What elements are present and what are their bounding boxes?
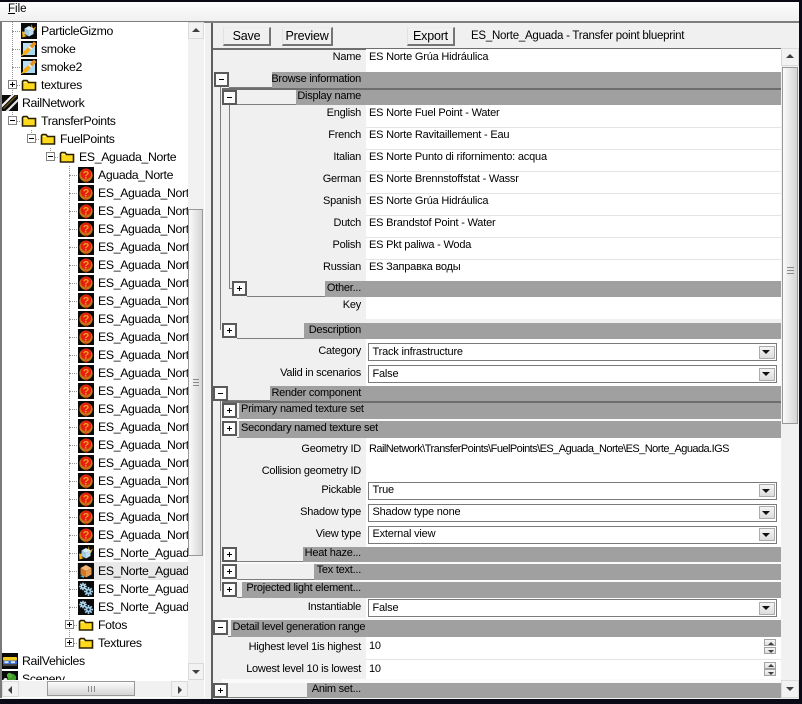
svg-text:?: ? bbox=[83, 278, 90, 290]
svg-text:?: ? bbox=[83, 296, 90, 308]
svg-text:?: ? bbox=[83, 494, 90, 506]
svg-text:?: ? bbox=[83, 440, 90, 452]
svg-text:?: ? bbox=[83, 206, 90, 218]
svg-text:?: ? bbox=[83, 350, 90, 362]
svg-text:?: ? bbox=[83, 314, 90, 326]
svg-text:?: ? bbox=[83, 332, 90, 344]
svg-text:?: ? bbox=[83, 224, 90, 236]
svg-text:?: ? bbox=[83, 188, 90, 200]
svg-text:?: ? bbox=[83, 476, 90, 488]
svg-text:?: ? bbox=[83, 512, 90, 524]
svg-text:?: ? bbox=[83, 260, 90, 272]
svg-text:?: ? bbox=[83, 458, 90, 470]
svg-text:?: ? bbox=[83, 242, 90, 254]
svg-text:?: ? bbox=[83, 404, 90, 416]
svg-text:?: ? bbox=[83, 368, 90, 380]
svg-text:?: ? bbox=[83, 530, 90, 542]
svg-text:?: ? bbox=[83, 386, 90, 398]
svg-text:?: ? bbox=[83, 422, 90, 434]
svg-text:?: ? bbox=[83, 170, 90, 182]
